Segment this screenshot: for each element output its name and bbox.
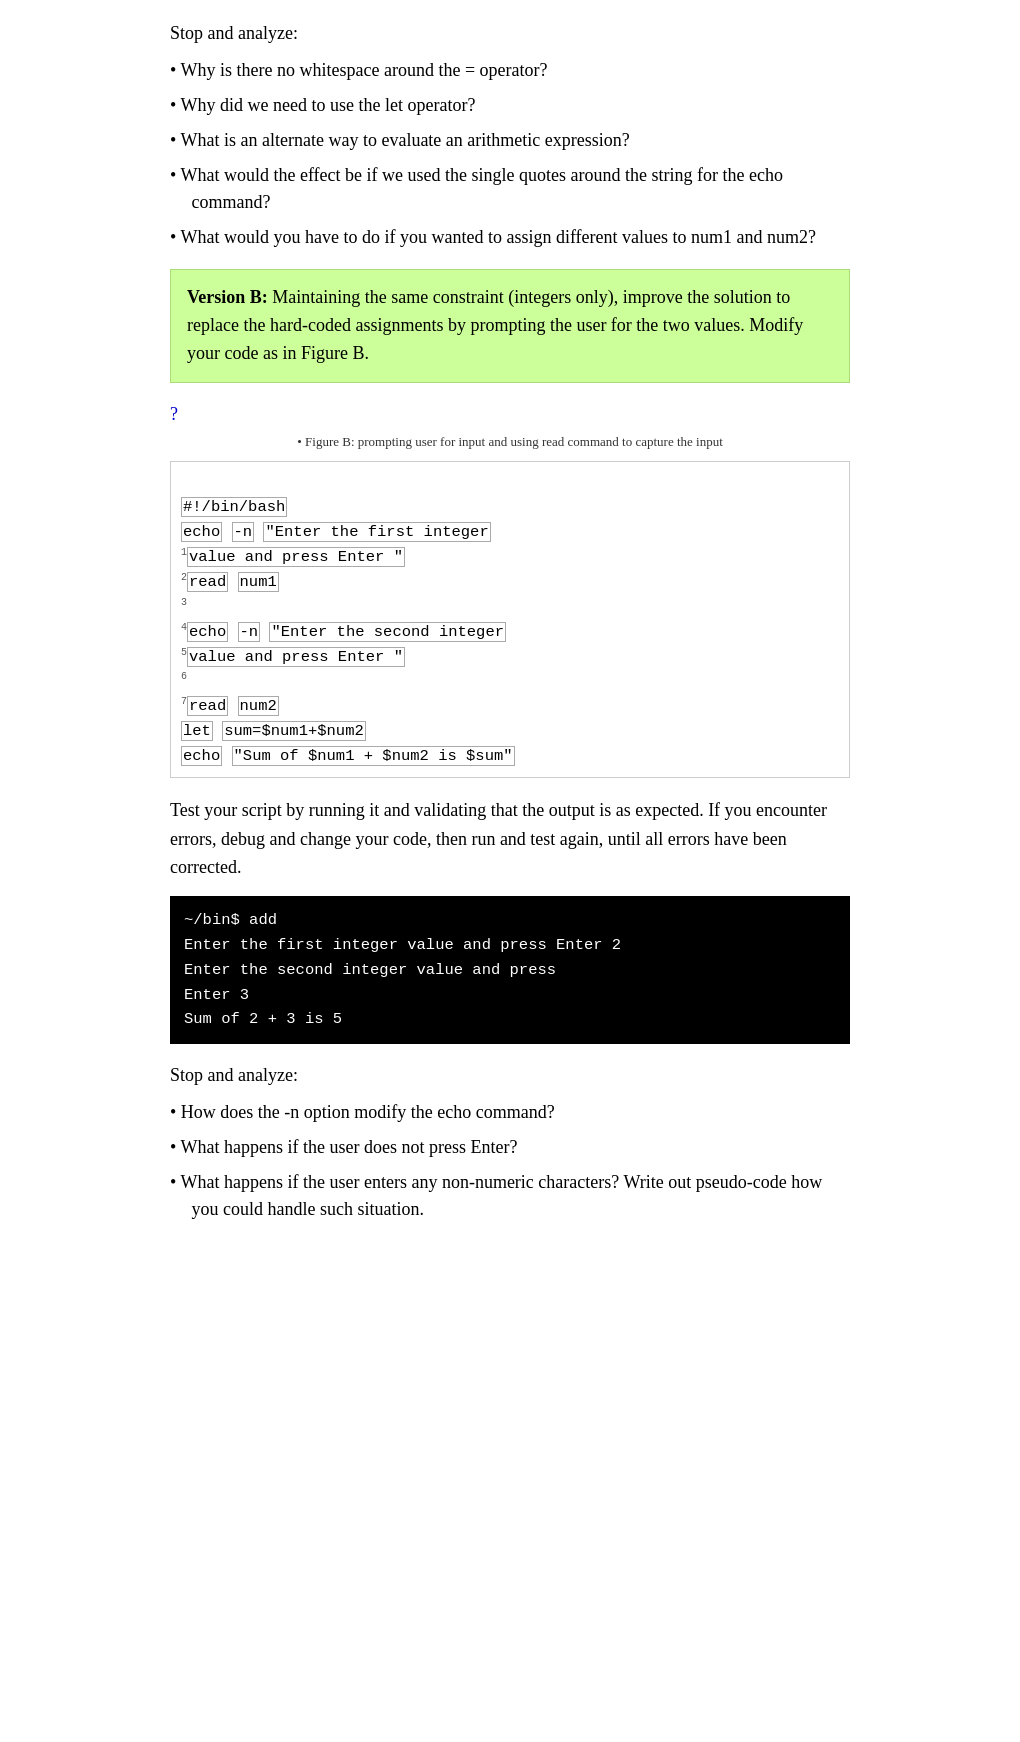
figure-link[interactable]: ? xyxy=(170,401,178,428)
code-line: echo "Sum of $num1 + $num2 is $sum" xyxy=(181,746,515,766)
terminal-line-3: Enter the second integer value and press xyxy=(184,958,836,983)
code-line: 7read num2 xyxy=(181,697,279,715)
version-bold: Version B: xyxy=(187,287,268,307)
terminal-line-1: ~/bin$ add xyxy=(184,908,836,933)
figure-caption: • Figure B: prompting user for input and… xyxy=(170,432,850,452)
terminal-line-5: Sum of 2 + 3 is 5 xyxy=(184,1007,836,1032)
code-line: 2read num1 3 xyxy=(181,573,279,616)
bullet-item: Why did we need to use the let operator? xyxy=(170,92,850,119)
stop-analyze-heading-1: Stop and analyze: xyxy=(170,20,850,47)
terminal-line-4: Enter 3 xyxy=(184,983,836,1008)
body-text-1: Test your script by running it and valid… xyxy=(170,796,850,882)
figure-area: ? • Figure B: prompting user for input a… xyxy=(170,401,850,452)
bullet-list-1: Why is there no whitespace around the = … xyxy=(170,57,850,251)
bullet-item: What happens if the user enters any non-… xyxy=(170,1169,850,1223)
code-line: #!/bin/bash xyxy=(181,497,287,517)
stop-analyze-heading-2: Stop and analyze: xyxy=(170,1062,850,1089)
version-text: Maintaining the same constraint (integer… xyxy=(187,287,803,363)
bullet-item: Why is there no whitespace around the = … xyxy=(170,57,850,84)
code-line: 5value and press Enter " 6 xyxy=(181,648,405,691)
bullet-item: What would you have to do if you wanted … xyxy=(170,224,850,251)
version-box: Version B: Maintaining the same constrai… xyxy=(170,269,850,383)
terminal-block: ~/bin$ add Enter the first integer value… xyxy=(170,896,850,1044)
bullet-item: How does the -n option modify the echo c… xyxy=(170,1099,850,1126)
bullet-list-2: How does the -n option modify the echo c… xyxy=(170,1099,850,1223)
code-line: 4echo -n "Enter the second integer xyxy=(181,623,506,641)
bullet-item: What would the effect be if we used the … xyxy=(170,162,850,216)
code-block: #!/bin/bash echo -n "Enter the first int… xyxy=(170,461,850,778)
bullet-item: What happens if the user does not press … xyxy=(170,1134,850,1161)
code-line: let sum=$num1+$num2 xyxy=(181,721,366,741)
code-line: 1value and press Enter " xyxy=(181,548,405,566)
terminal-line-2: Enter the first integer value and press … xyxy=(184,933,836,958)
bullet-item: What is an alternate way to evaluate an … xyxy=(170,127,850,154)
code-line: echo -n "Enter the first integer xyxy=(181,522,491,542)
